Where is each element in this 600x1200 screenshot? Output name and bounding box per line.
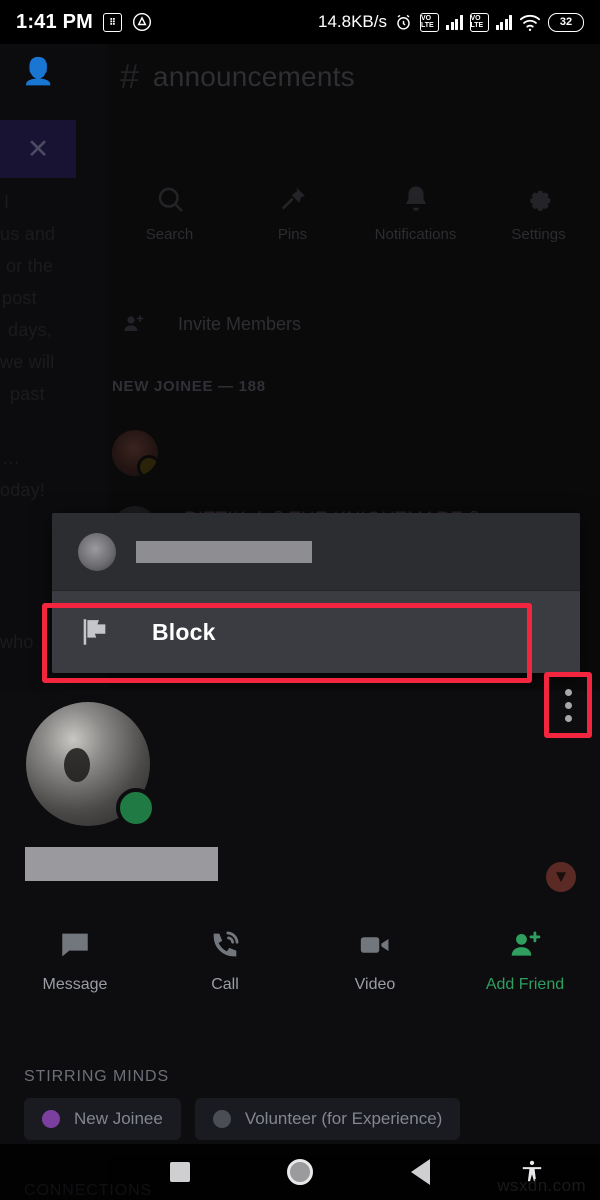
message-fragment: past xyxy=(10,384,45,404)
member-list-item[interactable] xyxy=(112,430,184,476)
square-recents-icon[interactable] xyxy=(160,1144,200,1200)
profile-action-message[interactable]: Message xyxy=(0,928,150,994)
redacted-username-bar xyxy=(25,847,218,881)
watermark: wsxdn.com xyxy=(497,1176,586,1195)
user-profile-sheet: Message Call Video Add Friend STIRRING M… xyxy=(0,690,600,1199)
user-context-menu: Block xyxy=(52,513,580,673)
message-fragment: … xyxy=(2,448,21,468)
person-add-icon xyxy=(508,928,542,962)
flag-icon xyxy=(78,615,112,649)
channel-action-row: Search Pins Notifications Settings xyxy=(108,184,600,243)
wifi-icon xyxy=(519,13,541,32)
status-badge xyxy=(116,788,156,828)
status-bar-clock: 1:41 PM xyxy=(16,10,93,33)
message-fragment: or the xyxy=(6,256,54,276)
status-bar-right: 14.8KB/s VO LTE VO LTE 32 xyxy=(318,12,584,32)
search-icon xyxy=(155,184,185,214)
message-fragment: days, xyxy=(8,320,53,340)
role-chip[interactable]: New Joinee xyxy=(24,1098,181,1140)
role-chip[interactable]: Volunteer (for Experience) xyxy=(194,1098,461,1140)
role-color-dot xyxy=(212,1110,231,1128)
signal-bars-sim1-icon xyxy=(446,14,463,30)
circle-home-icon[interactable] xyxy=(280,1144,320,1200)
channel-action-settings[interactable]: Settings xyxy=(477,184,600,243)
profile-collapse-badge[interactable]: ▼ xyxy=(546,862,576,892)
message-fragment: us and xyxy=(0,224,56,244)
triangle-back-icon[interactable] xyxy=(400,1144,440,1200)
status-bar: 1:41 PM ⠿ 14.8KB/s VO LTE VO LTE 32 xyxy=(0,0,600,44)
context-menu-item-label: Block xyxy=(152,618,216,645)
signal-bars-sim2-icon xyxy=(495,14,512,30)
profile-action-label: Message xyxy=(42,976,108,993)
volte-sim1-icon: VO LTE xyxy=(420,12,439,32)
channel-action-pins[interactable]: Pins xyxy=(231,184,354,243)
avatar xyxy=(112,430,158,476)
channel-action-label: Pins xyxy=(277,226,308,243)
profile-action-row: Message Call Video Add Friend xyxy=(0,928,600,994)
status-bar-left: 1:41 PM ⠿ xyxy=(16,11,152,34)
volte-sim2-icon: VO LTE xyxy=(469,12,489,32)
message-fragment: oday! xyxy=(0,480,46,500)
role-label: Volunteer (for Experience) xyxy=(244,1109,443,1128)
close-icon: ✕ xyxy=(26,133,50,164)
message-fragment: we will xyxy=(0,352,55,372)
context-menu-header xyxy=(52,513,580,591)
role-label: New Joinee xyxy=(74,1109,163,1128)
channel-action-search[interactable]: Search xyxy=(108,184,231,243)
message-fragment: who xyxy=(0,632,34,652)
grid-app-icon: ⠿ xyxy=(103,12,122,32)
phone-screen: 1:41 PM ⠿ 14.8KB/s VO LTE VO LTE 32 👤 ✕ … xyxy=(0,0,600,1200)
profile-avatar-wrap[interactable] xyxy=(26,702,156,828)
phone-call-icon xyxy=(208,928,242,962)
channel-action-label: Search xyxy=(145,226,194,243)
invite-members-row[interactable]: Invite Members xyxy=(122,312,301,336)
profile-action-label: Video xyxy=(354,976,396,993)
channel-name: announcements xyxy=(152,61,355,92)
network-speed-label: 14.8KB/s xyxy=(318,12,387,31)
person-icon: 👤 xyxy=(22,56,55,86)
role-color-dot xyxy=(42,1110,60,1128)
pin-icon xyxy=(278,184,308,214)
bell-icon xyxy=(401,184,431,214)
invite-members-label: Invite Members xyxy=(178,313,302,334)
redacted-username-bar xyxy=(136,540,312,563)
message-fragment: Ι xyxy=(4,192,10,212)
battery-level-label: 32 xyxy=(559,16,573,28)
alarm-clock-icon xyxy=(394,13,413,32)
channel-header: # announcements xyxy=(120,60,355,94)
drive-triangle-icon xyxy=(132,12,152,32)
message-fragment: post xyxy=(2,288,37,308)
channel-action-label: Notifications xyxy=(374,226,457,243)
profile-action-label: Call xyxy=(211,976,239,993)
gear-icon xyxy=(524,184,554,214)
member-section-header: NEW JOINEE — 188 xyxy=(112,378,266,395)
roles-list: New Joinee Volunteer (for Experience) xyxy=(24,1098,461,1140)
chevron-down-icon: ▼ xyxy=(552,867,570,886)
avatar xyxy=(78,532,116,571)
person-add-icon xyxy=(122,312,146,336)
battery-indicator: 32 xyxy=(548,12,584,32)
roles-section-title: STIRRING MINDS xyxy=(24,1068,170,1085)
profile-action-video[interactable]: Video xyxy=(300,928,450,994)
profile-action-label: Add Friend xyxy=(485,976,565,993)
context-menu-item-block[interactable]: Block xyxy=(52,591,580,673)
close-panel-button[interactable]: ✕ xyxy=(0,120,76,178)
more-vertical-icon[interactable] xyxy=(544,672,592,738)
profile-action-call[interactable]: Call xyxy=(150,928,300,994)
channel-action-label: Settings xyxy=(511,226,566,243)
hash-icon: # xyxy=(120,58,139,96)
channel-action-notifications[interactable]: Notifications xyxy=(354,184,477,243)
message-icon xyxy=(58,928,92,962)
profile-action-add-friend[interactable]: Add Friend xyxy=(450,928,600,994)
video-camera-icon xyxy=(358,928,392,962)
